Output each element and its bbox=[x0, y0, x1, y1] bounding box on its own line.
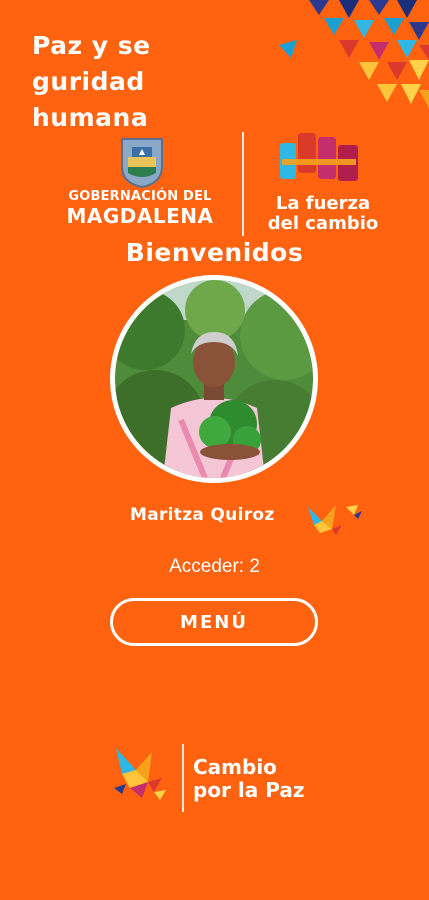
logo-divider bbox=[242, 132, 244, 236]
dove-icon bbox=[308, 505, 362, 535]
decorative-triangles bbox=[279, 0, 429, 108]
gov-line1: GOBERNACIÓN DEL bbox=[68, 189, 212, 204]
user-photo bbox=[115, 280, 313, 478]
access-count: Acceder: 2 bbox=[169, 556, 260, 577]
fuerza-logo: La fuerza del cambio bbox=[253, 194, 393, 234]
cambio-logo: Cambio por la Paz bbox=[193, 756, 304, 802]
title-line: humana bbox=[32, 103, 149, 132]
gobernacion-logo: GOBERNACIÓN DEL MAGDALENA bbox=[50, 190, 230, 226]
welcome-heading: Bienvenidos bbox=[125, 238, 304, 267]
title-line: guridad bbox=[32, 67, 145, 96]
user-avatar bbox=[110, 275, 318, 483]
menu-button[interactable]: MENÚ bbox=[110, 598, 318, 646]
gov-line2: MAGDALENA bbox=[66, 204, 214, 228]
fuerza-line2: del cambio bbox=[267, 213, 379, 234]
page-title: Paz y se guridad humana bbox=[32, 28, 212, 136]
title-line: Paz y se bbox=[32, 31, 151, 60]
cambio-line2: por la Paz bbox=[193, 778, 305, 802]
user-name: Maritza Quiroz bbox=[130, 505, 275, 525]
magdalena-shield-icon bbox=[121, 138, 163, 189]
raised-fists-icon bbox=[280, 133, 358, 193]
cambio-line1: Cambio bbox=[193, 755, 277, 779]
fuerza-line1: La fuerza bbox=[275, 193, 371, 214]
footer-divider bbox=[182, 744, 184, 812]
cambio-dove-icon bbox=[114, 748, 166, 800]
